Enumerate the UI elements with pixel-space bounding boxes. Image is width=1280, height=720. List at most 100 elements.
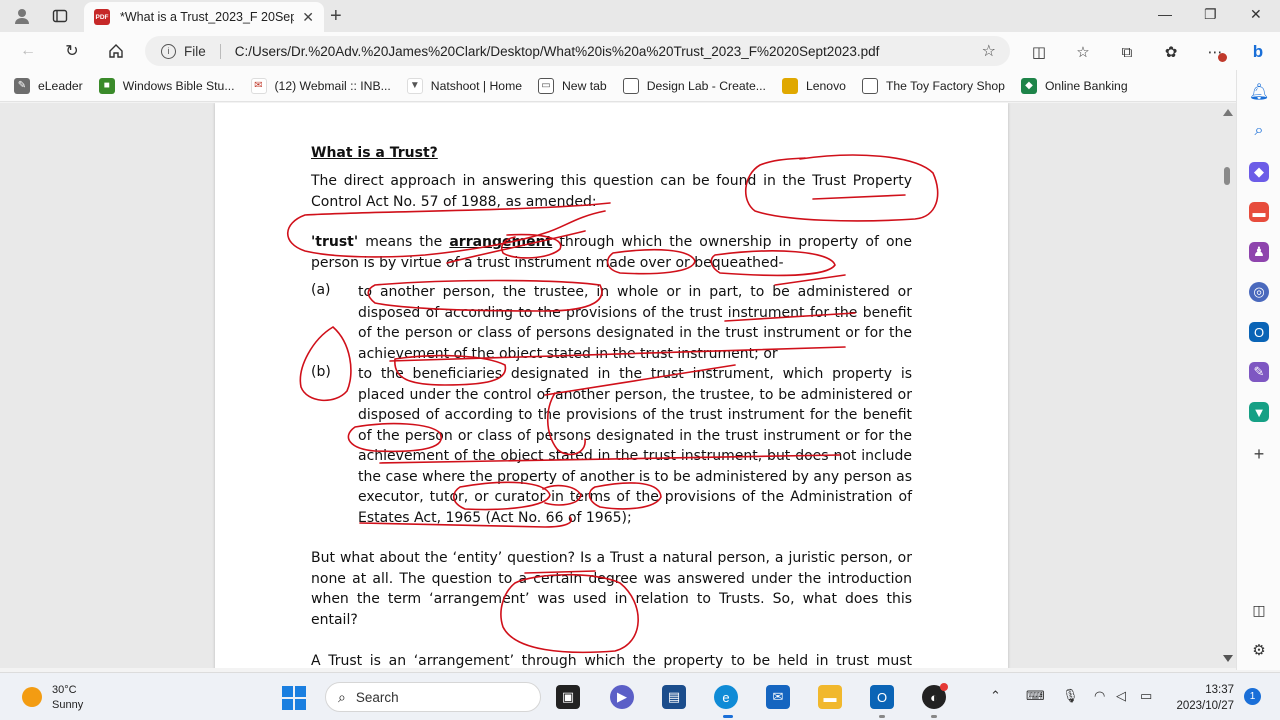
info-icon[interactable]: i (161, 43, 176, 59)
battery-icon[interactable]: ▭ (1140, 688, 1152, 704)
address-scheme-label: File (184, 43, 221, 59)
taskbar-search[interactable]: ⌕ Search (325, 682, 541, 712)
home-icon[interactable] (104, 40, 128, 62)
windows-start-icon[interactable] (282, 686, 306, 710)
mail-icon[interactable]: ✉ (766, 685, 790, 709)
item-b-label: (b) (311, 364, 331, 380)
url-text[interactable]: C:/Users/Dr.%20Adv.%20James%20Clark/Desk… (235, 44, 880, 59)
bookmark-online-banking[interactable]: ◆ Online Banking (1020, 77, 1128, 94)
page-icon (861, 77, 878, 94)
bookmark-icon: ✉ (250, 77, 267, 94)
scroll-thumb[interactable] (1224, 167, 1230, 185)
pdf-page[interactable]: What is a Trust? The direct approach in … (215, 103, 1008, 668)
weather-widget[interactable]: 30°C Sunny (52, 683, 83, 713)
item-a-label: (a) (311, 282, 331, 298)
teams-chat-icon[interactable]: ▶ (610, 685, 634, 709)
folder-icon (781, 77, 798, 94)
search-label: Search (355, 689, 399, 705)
outlook-taskbar-icon[interactable]: O (870, 685, 894, 709)
bookmarks-bar: ✎ eLeader ■ Windows Bible Stu... ✉ (12) Web… (0, 70, 1236, 102)
system-clock[interactable]: 13:37 2023/10/27 (1168, 682, 1234, 714)
shopping-tag-icon[interactable]: ◆ (1249, 162, 1269, 182)
alert-badge (1218, 53, 1227, 62)
definition-term: 'trust' (311, 234, 359, 250)
microsoft365-icon[interactable]: ◎ (1249, 282, 1269, 302)
task-view-icon[interactable]: ▣ (556, 685, 580, 709)
tools-briefcase-icon[interactable]: ▬ (1249, 202, 1269, 222)
tab-close-icon[interactable]: ✕ (302, 9, 314, 26)
definition-key-term: arrangement (449, 234, 553, 250)
store-icon[interactable]: ▤ (662, 685, 686, 709)
close-window-button[interactable]: ✕ (1250, 6, 1262, 23)
notification-bell-icon[interactable]: 🔔︎ (1249, 82, 1269, 102)
wifi-icon[interactable]: ◠ (1094, 688, 1105, 704)
sidebar-layout-icon[interactable]: ◫ (1249, 600, 1269, 620)
outlook-active-indicator (879, 715, 885, 718)
pdf-file-icon: PDF (94, 9, 110, 25)
profile-icon[interactable] (8, 4, 36, 28)
file-explorer-icon[interactable]: ▬ (818, 685, 842, 709)
new-tab-button[interactable]: + (330, 5, 342, 28)
collections-icon[interactable]: ⧉ (1116, 41, 1138, 63)
bookmark-toy-factory[interactable]: The Toy Factory Shop (861, 77, 1005, 94)
outlook-icon[interactable]: O (1249, 322, 1269, 342)
settings-gear-icon[interactable]: ⚙ (1249, 640, 1269, 660)
edge-browser-icon[interactable]: e (714, 685, 738, 709)
entity-paragraph: But what about the ‘entity’ question? Is… (311, 550, 912, 628)
bookmark-windows-bible[interactable]: ■ Windows Bible Stu... (98, 77, 235, 94)
extensions-icon[interactable]: ✿ (1160, 41, 1182, 63)
vertical-scrollbar[interactable] (1220, 103, 1236, 668)
split-screen-icon[interactable]: ◫ (1028, 41, 1050, 63)
notification-count-badge[interactable]: 1 (1244, 688, 1261, 705)
tab-active-pdf[interactable]: PDF *What is a Trust_2023_F 20Sept2023.p… (84, 2, 324, 32)
search-icon: ⌕ (338, 688, 346, 705)
document-heading: What is a Trust? (311, 145, 438, 161)
minimize-button[interactable]: — (1158, 6, 1172, 22)
tab-actions-icon[interactable] (46, 4, 74, 28)
weather-temp: 30°C (52, 684, 77, 696)
edge-active-indicator (723, 715, 733, 718)
media-active-indicator (931, 715, 937, 718)
microphone-icon[interactable]: 🎙︎ (1062, 688, 1079, 704)
item-a-text: to another person, the trustee, in whole… (358, 284, 912, 362)
add-sidebar-app-icon[interactable]: + (1249, 444, 1269, 464)
tab-title: *What is a Trust_2023_F 20Sept2023.pdf (120, 10, 295, 24)
bookmark-icon: ■ (98, 77, 115, 94)
restore-button[interactable]: ❐ (1204, 6, 1217, 23)
scroll-up-arrow-icon[interactable] (1223, 109, 1233, 116)
bookmark-icon: ▭ (538, 77, 554, 94)
favorites-icon[interactable]: ☆ (1072, 41, 1094, 63)
bookmark-eleader[interactable]: ✎ eLeader (14, 77, 83, 94)
address-bar[interactable]: i File C:/Users/Dr.%20Adv.%20James%20Cla… (145, 36, 1010, 66)
volume-icon[interactable]: ◁ (1116, 688, 1126, 704)
copilot-icon[interactable]: b (1247, 41, 1269, 63)
scroll-down-arrow-icon[interactable] (1223, 655, 1233, 662)
windows-taskbar: 30°C Sunny ⌕ Search ▣ ▶ ▤ e ✉ ▬ O ◐ ⌃ ⌨ … (0, 672, 1280, 720)
sun-weather-icon[interactable] (22, 687, 42, 707)
games-icon[interactable]: ♟ (1249, 242, 1269, 262)
bookmark-new-tab[interactable]: ▭ New tab (538, 77, 607, 94)
search-icon[interactable]: ⌕ (1249, 121, 1269, 141)
title-bar: PDF *What is a Trust_2023_F 20Sept2023.p… (0, 0, 1280, 32)
item-b-text: to the beneficiaries designated in the t… (358, 366, 912, 526)
pdf-viewer[interactable]: What is a Trust? The direct approach in … (0, 103, 1236, 668)
edge-sidebar: 🔔︎ ⌕ ◆ ▬ ♟ ◎ O ✎ ▼ + ◫ ⚙ (1236, 70, 1280, 670)
weather-desc: Sunny (52, 699, 84, 711)
trust-definition: 'trust' means the arrangement through wh… (311, 232, 912, 273)
bookmark-webmail[interactable]: ✉ (12) Webmail :: INB... (250, 77, 391, 94)
refresh-icon[interactable]: ↻ (60, 40, 84, 62)
intro-paragraph: The direct approach in answering this qu… (311, 173, 912, 210)
bookmark-design-lab[interactable]: Design Lab - Create... (622, 77, 766, 94)
bookmark-lenovo[interactable]: Lenovo (781, 77, 846, 94)
address-row: ← ↻ i File C:/Users/Dr.%20Adv.%20James%2… (0, 32, 1280, 70)
designer-icon[interactable]: ✎ (1249, 362, 1269, 382)
drop-icon[interactable]: ▼ (1249, 402, 1269, 422)
bookmark-natshoot[interactable]: ▼ Natshoot | Home (406, 77, 522, 94)
back-arrow-icon[interactable]: ← (16, 40, 40, 62)
tray-chevron-up-icon[interactable]: ⌃ (990, 688, 1001, 704)
bookmark-icon: ▼ (406, 77, 423, 94)
keyboard-icon[interactable]: ⌨ (1026, 688, 1045, 704)
clock-time: 13:37 (1205, 684, 1234, 696)
definition-mid: means the (358, 234, 450, 250)
favorite-star-icon[interactable]: ☆ (982, 41, 996, 61)
